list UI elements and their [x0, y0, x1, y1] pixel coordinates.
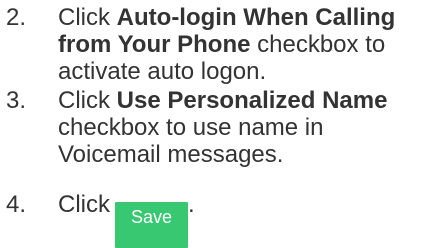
step-3: 3. Click Use Personalized Name checkbox … [0, 87, 432, 170]
step-number: 2. [6, 4, 27, 31]
step-text-tail: checkbox to use name in Voicemail messag… [58, 114, 324, 168]
step-2: 2. Click Auto-login When Calling from Yo… [0, 4, 432, 87]
setting-name-personalized-name: Use Personalized Name [116, 87, 388, 114]
step-text-lead: Click [58, 4, 117, 31]
step-text-tail: . [188, 191, 195, 218]
step-4: 4. Click Save. [0, 191, 432, 248]
step-number: 3. [6, 87, 27, 114]
save-button[interactable]: Save [115, 202, 188, 248]
step-text-lead: Click [58, 191, 110, 218]
instruction-steps: 2. Click Auto-login When Calling from Yo… [0, 4, 432, 248]
step-text-lead: Click [58, 87, 117, 114]
step-number: 4. [6, 191, 27, 218]
